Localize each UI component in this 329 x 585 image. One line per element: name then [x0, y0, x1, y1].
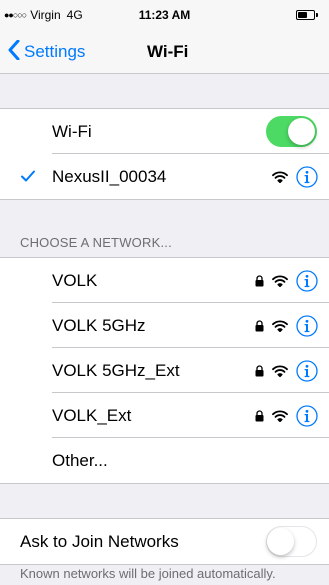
ask-to-join-row: Ask to Join Networks [0, 519, 329, 564]
wifi-label: Wi-Fi [52, 121, 92, 141]
back-button-label: Settings [24, 42, 86, 61]
networks-group: VOLK VOLK 5GHz VOLK 5GHz_Ext VOLK_Ext Ot… [0, 257, 329, 484]
network-row[interactable]: VOLK_Ext [0, 393, 329, 438]
network-row[interactable]: VOLK 5GHz [0, 303, 329, 348]
info-icon[interactable] [296, 269, 318, 292]
back-button[interactable]: Settings [8, 38, 85, 66]
other-network-row[interactable]: Other... [0, 438, 329, 483]
wifi-icon [272, 170, 288, 183]
connected-network-name: NexusII_00034 [52, 166, 167, 186]
wifi-toggle[interactable] [266, 116, 317, 147]
other-network-label: Other... [52, 450, 108, 470]
wifi-icon [272, 364, 288, 377]
lock-icon [255, 364, 264, 377]
network-name: VOLK [52, 270, 98, 290]
ask-to-join-label: Ask to Join Networks [20, 531, 179, 551]
footer-note: Known networks will be joined automatica… [20, 566, 276, 581]
battery-icon [296, 10, 318, 20]
info-icon[interactable] [296, 404, 318, 427]
chevron-left-icon [8, 39, 20, 65]
wifi-toggle-row: Wi-Fi [0, 109, 329, 154]
wifi-group: Wi-Fi NexusII_00034 [0, 108, 329, 200]
choose-network-header: CHOOSE A NETWORK... [20, 235, 172, 250]
network-row[interactable]: VOLK [0, 258, 329, 303]
wifi-icon [272, 409, 288, 422]
lock-icon [255, 274, 264, 287]
info-icon[interactable] [296, 165, 318, 188]
lock-icon [255, 409, 264, 422]
info-icon[interactable] [296, 314, 318, 337]
ask-to-join-toggle[interactable] [266, 526, 317, 557]
checkmark-icon [20, 168, 36, 184]
network-name: VOLK 5GHz_Ext [52, 360, 180, 380]
status-time: 11:23 AM [138, 8, 191, 22]
ask-to-join-group: Ask to Join Networks [0, 518, 329, 565]
status-bar: ●●○○○ Virgin 4G 11:23 AM [0, 0, 329, 30]
wifi-icon [272, 274, 288, 287]
lock-icon [255, 319, 264, 332]
connected-network-row[interactable]: NexusII_00034 [0, 154, 329, 199]
info-icon[interactable] [296, 359, 318, 382]
network-name: VOLK 5GHz [52, 315, 146, 335]
wifi-icon [272, 319, 288, 332]
network-name: VOLK_Ext [52, 405, 132, 425]
page-title: Wi-Fi [147, 42, 189, 61]
navigation-bar: Settings Wi-Fi [0, 30, 329, 74]
network-row[interactable]: VOLK 5GHz_Ext [0, 348, 329, 393]
